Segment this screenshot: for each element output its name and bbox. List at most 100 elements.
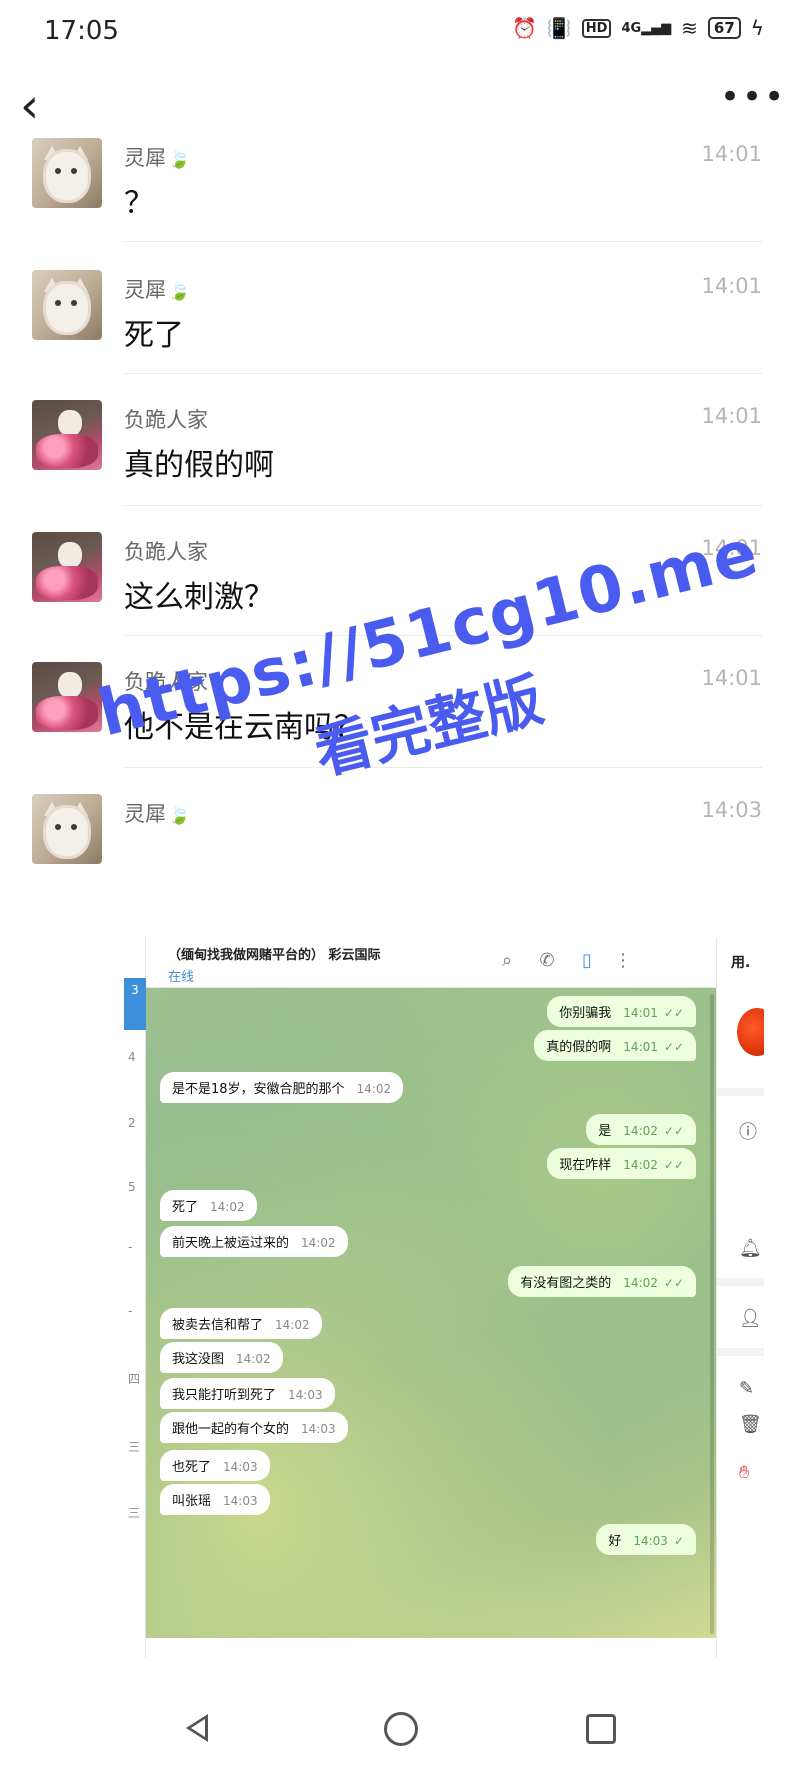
- chat-bubble: 好 14:03 ✓: [596, 1524, 696, 1555]
- bubble-text: 跟他一起的有个女的: [172, 1422, 290, 1437]
- comment-author[interactable]: 灵犀 🍃: [124, 142, 190, 172]
- comment-time: 14:01: [701, 404, 762, 428]
- comment-author[interactable]: 负跪人家: [124, 536, 208, 566]
- bubble-text: 是: [598, 1124, 612, 1139]
- chat-bubble: 叫张瑶 14:03: [160, 1484, 270, 1515]
- bubble-time: 14:03: [223, 1494, 258, 1508]
- search-icon: ⌕: [501, 950, 513, 971]
- chat-bubble: 我这没图 14:02: [160, 1342, 283, 1373]
- bubble-text: 死了: [172, 1200, 199, 1215]
- status-icons: ⏰ 📳 HD 4G▂▄▆ ≋ 67 ϟ: [512, 16, 764, 40]
- system-nav-bar: [0, 1674, 800, 1784]
- status-bar: 17:05 ⏰ 📳 HD 4G▂▄▆ ≋ 67 ϟ: [0, 0, 800, 60]
- bubble-time: 14:03: [223, 1460, 258, 1474]
- more-options-button[interactable]: •••: [720, 80, 784, 130]
- group-name: （缅甸找我做网赌平台的） 彩云国际: [168, 948, 381, 963]
- comment-author[interactable]: 灵犀 🍃: [124, 274, 190, 304]
- delete-icon: 🗑︎: [739, 1414, 762, 1435]
- back-button[interactable]: ‹: [20, 82, 60, 134]
- battery-icon: 67: [707, 17, 741, 39]
- chat-list-number: -: [128, 1304, 133, 1318]
- avatar[interactable]: [32, 270, 102, 340]
- chat-list-number: 4: [128, 1050, 136, 1064]
- user-icon: 👤︎: [739, 1308, 762, 1329]
- top-nav: ‹ •••: [0, 80, 800, 140]
- bubble-time: 14:02: [356, 1082, 392, 1096]
- bubble-time: 14:02: [301, 1236, 336, 1250]
- comment-author[interactable]: 负跪人家: [124, 666, 208, 696]
- comment-author[interactable]: 灵犀 🍃: [124, 798, 190, 828]
- wifi-icon: ≋: [681, 16, 698, 40]
- comment-time: 14:01: [701, 142, 762, 166]
- double-check-icon: ✓✓: [663, 1158, 684, 1172]
- divider: [717, 1278, 764, 1286]
- bubble-text: 我只能打听到死了: [172, 1388, 277, 1403]
- bubble-time: 14:03: [633, 1534, 668, 1548]
- chat-bubble: 是 14:02 ✓✓: [586, 1114, 696, 1145]
- bubble-text: 叫张瑶: [172, 1494, 212, 1509]
- leaf-icon: 🍃: [168, 149, 191, 170]
- vibrate-icon: 📳: [546, 16, 572, 40]
- profile-picture: [737, 1008, 764, 1056]
- chat-bubble: 也死了 14:03: [160, 1450, 270, 1481]
- double-check-icon: ✓✓: [663, 1124, 684, 1138]
- network-type: 4G: [621, 20, 642, 36]
- nav-home-icon[interactable]: [376, 1704, 426, 1754]
- chat-bubble: 跟他一起的有个女的 14:03: [160, 1412, 348, 1443]
- bubble-text: 真的假的啊: [546, 1040, 612, 1055]
- bubble-time: 14:02: [623, 1124, 658, 1138]
- chat-list-number: -: [128, 1240, 133, 1254]
- bubble-time: 14:01: [623, 1040, 658, 1054]
- nav-back-icon[interactable]: [174, 1704, 224, 1754]
- avatar[interactable]: [32, 662, 102, 732]
- info-panel-strip: 用. ⓘ 🔔︎ 👤︎ ✎ 🗑︎ ✋︎: [716, 938, 764, 1658]
- bubble-time: 14:03: [301, 1422, 336, 1436]
- check-icon: ✓: [673, 1534, 684, 1548]
- more-vert-icon: ⋮: [614, 950, 632, 971]
- chat-bubble: 我只能打听到死了 14:03: [160, 1378, 335, 1409]
- bubble-text: 好: [608, 1534, 622, 1549]
- avatar[interactable]: [32, 138, 102, 208]
- avatar[interactable]: [32, 794, 102, 864]
- chat-bubble: 现在咋样 14:02 ✓✓: [547, 1148, 696, 1179]
- chat-bubble: 前天晚上被运过来的 14:02: [160, 1226, 348, 1257]
- charging-icon: ϟ: [750, 16, 764, 40]
- bubble-time: 14:02: [275, 1318, 310, 1332]
- comment-text: 这么刺激？: [124, 580, 274, 615]
- divider: [124, 505, 762, 506]
- bubble-time: 14:02: [623, 1276, 658, 1290]
- avatar[interactable]: [32, 532, 102, 602]
- signal-icon: 4G▂▄▆: [621, 20, 672, 36]
- double-check-icon: ✓✓: [663, 1276, 684, 1290]
- comment-text: ？: [124, 186, 154, 221]
- avatar[interactable]: [32, 400, 102, 470]
- bubble-text: 是不是18岁，安徽合肥的那个: [172, 1082, 345, 1097]
- chat-bubble: 死了 14:02: [160, 1190, 257, 1221]
- nav-recents-icon[interactable]: [576, 1704, 626, 1754]
- chat-bubble: 被卖去信和帮了 14:02: [160, 1308, 322, 1339]
- chat-bubble: 是不是18岁，安徽合肥的那个 14:02: [160, 1072, 404, 1103]
- divider: [717, 1348, 764, 1356]
- comment-text: 真的假的啊: [124, 448, 274, 483]
- alarm-icon: ⏰: [511, 16, 537, 40]
- bubble-time: 14:03: [288, 1388, 323, 1402]
- scrollbar: [710, 994, 714, 1634]
- block-icon: ✋︎: [739, 1462, 750, 1483]
- comment-time: 14:01: [701, 536, 762, 560]
- divider: [124, 635, 762, 636]
- bubble-text: 前天晚上被运过来的: [172, 1236, 290, 1251]
- edit-icon: ✎: [739, 1378, 755, 1399]
- status-time: 17:05: [44, 16, 119, 46]
- phone-icon: ✆: [539, 950, 555, 971]
- bell-icon: 🔔︎: [739, 1238, 762, 1259]
- comment-author[interactable]: 负跪人家: [124, 404, 208, 434]
- sidebar-toggle-icon: ▯: [582, 950, 592, 971]
- chat-bubble: 你别骗我 14:01 ✓✓: [547, 996, 696, 1027]
- hd-icon: HD: [581, 18, 612, 38]
- chat-list-strip: 3 4 2 5 - - 四 三 三: [124, 938, 146, 1658]
- double-check-icon: ✓✓: [663, 1040, 684, 1054]
- comment-text: 死了: [124, 318, 184, 353]
- chat-bubble: 真的假的啊 14:01 ✓✓: [534, 1030, 696, 1061]
- comment-image[interactable]: 3 4 2 5 - - 四 三 三 （缅甸找我做网赌平台的） 彩云国际 在线 ⌕…: [124, 938, 764, 1658]
- chat-list-number: 2: [128, 1116, 136, 1130]
